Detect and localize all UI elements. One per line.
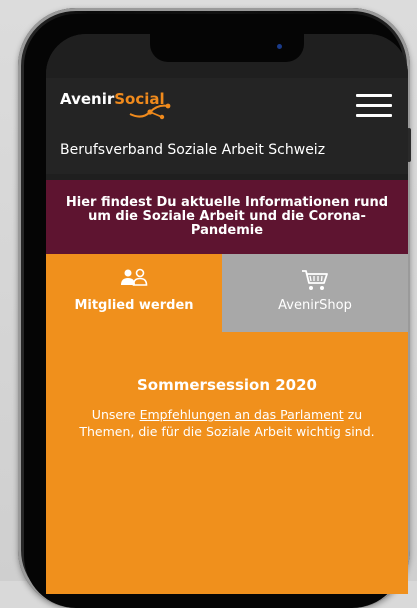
action-tiles: Mitglied werden AvenirShop	[46, 254, 408, 332]
phone-screen: Avenir Social Berufsverband Soziale Arbei…	[46, 34, 408, 594]
shopping-cart-icon	[302, 270, 328, 290]
logo-network-icon	[129, 103, 171, 120]
subtitle-bar: Berufsverband Soziale Arbeit Schweiz	[46, 134, 408, 174]
logo-prefix: Avenir	[60, 90, 115, 108]
banner-text: Hier findest Du aktuelle Informationen r…	[65, 195, 389, 238]
section-body: Unsere Empfehlungen an das Parlament zu …	[64, 406, 390, 440]
site-subtitle: Berufsverband Soziale Arbeit Schweiz	[60, 142, 326, 158]
avenirshop-label: AvenirShop	[278, 298, 352, 313]
top-navigation-bar: Avenir Social	[46, 78, 408, 134]
become-member-tile[interactable]: Mitglied werden	[46, 254, 222, 332]
section-headline: Sommersession 2020	[137, 376, 317, 394]
phone-frame: Avenir Social Berufsverband Soziale Arbei…	[18, 8, 411, 608]
members-icon	[121, 268, 148, 286]
parliament-recommendations-link[interactable]: Empfehlungen an das Parlament	[140, 407, 344, 422]
hamburger-menu-icon[interactable]	[356, 94, 392, 118]
body-text-before: Unsere	[91, 407, 140, 422]
avenirshop-tile[interactable]: AvenirShop	[222, 254, 408, 332]
phone-notch	[150, 34, 304, 62]
sommersession-section: Sommersession 2020 Unsere Empfehlungen a…	[46, 332, 408, 594]
camera-icon	[277, 44, 282, 49]
become-member-label: Mitglied werden	[74, 298, 194, 313]
corona-info-banner[interactable]: Hier findest Du aktuelle Informationen r…	[46, 180, 408, 254]
